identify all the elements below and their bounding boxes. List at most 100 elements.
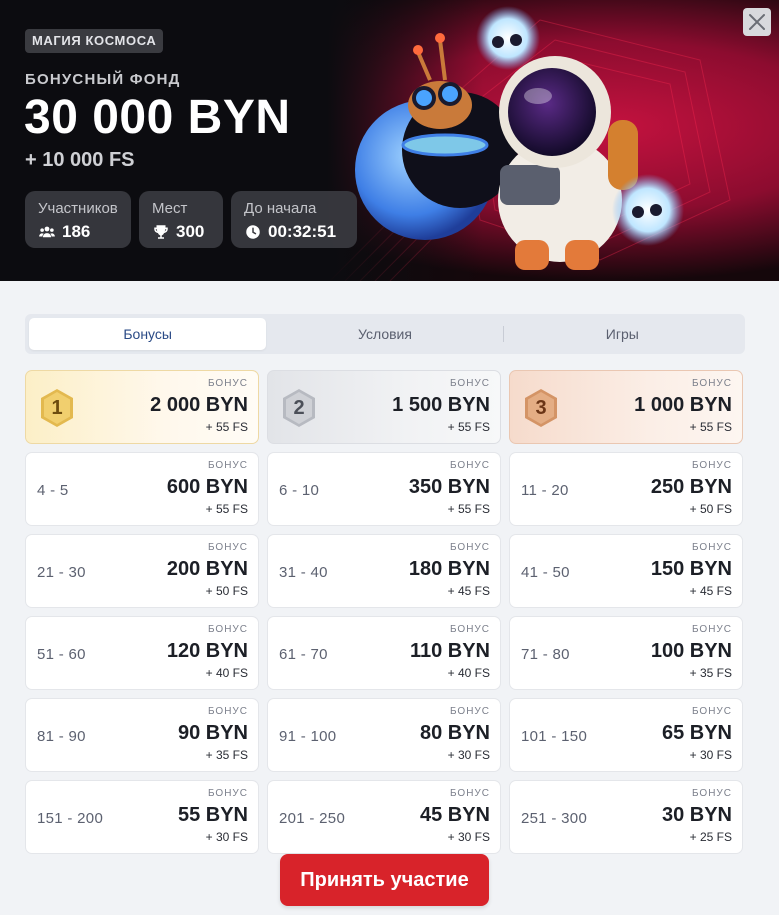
prize-card-place-3: 3 БОНУС 1 000 BYN + 55 FS <box>509 370 743 444</box>
prize-free-spins: + 40 FS <box>205 666 248 680</box>
tournament-hero: МАГИЯ КОСМОСА БОНУСНЫЙ ФОНД 30 000 BYN +… <box>0 0 779 281</box>
participants-label: Участников <box>38 200 118 217</box>
prize-amount: 100 BYN <box>650 640 732 662</box>
prize-free-spins: + 35 FS <box>689 666 732 680</box>
prize-amount: 1 000 BYN <box>634 394 732 416</box>
prize-card-place-2: 2 БОНУС 1 500 BYN + 55 FS <box>267 370 501 444</box>
gold-medal-icon: 1 <box>39 388 75 428</box>
prize-card: 201 - 250 БОНУС 45 BYN + 30 FS <box>267 780 501 854</box>
prize-free-spins: + 55 FS <box>205 420 248 434</box>
bonus-fund-amount: 30 000 BYN <box>24 91 291 144</box>
prize-free-spins: + 50 FS <box>205 584 248 598</box>
prize-free-spins: + 45 FS <box>689 584 732 598</box>
prize-bonus-label: БОНУС <box>449 378 490 389</box>
prize-free-spins: + 30 FS <box>447 748 490 762</box>
tournament-tag: МАГИЯ КОСМОСА <box>25 29 164 53</box>
prize-place-range: 101 - 150 <box>521 727 588 745</box>
prize-free-spins: + 55 FS <box>205 502 248 516</box>
prize-free-spins: + 45 FS <box>447 584 490 598</box>
prize-bonus-label: БОНУС <box>691 378 732 389</box>
silver-medal-icon: 2 <box>281 388 317 428</box>
prize-free-spins: + 30 FS <box>205 830 248 844</box>
prize-place-range: 11 - 20 <box>521 481 569 499</box>
prize-place-range: 4 - 5 <box>37 481 69 499</box>
prize-place-number: 2 <box>293 396 305 419</box>
prize-bonus-label: БОНУС <box>207 706 248 717</box>
prize-place-range: 91 - 100 <box>279 727 337 745</box>
prize-bonus-label: БОНУС <box>691 460 732 471</box>
prize-card: 6 - 10 БОНУС 350 BYN + 55 FS <box>267 452 501 526</box>
prize-free-spins: + 55 FS <box>689 420 732 434</box>
prize-free-spins: + 55 FS <box>447 420 490 434</box>
prize-grid: 1 БОНУС 2 000 BYN + 55 FS 2 БОНУС 1 500 … <box>25 370 745 854</box>
prize-card: 21 - 30 БОНУС 200 BYN + 50 FS <box>25 534 259 608</box>
prize-place-range: 61 - 70 <box>279 645 328 663</box>
join-tournament-button[interactable]: Принять участие <box>280 854 489 906</box>
participants-count: 186 <box>62 222 91 241</box>
prize-card: 41 - 50 БОНУС 150 BYN + 45 FS <box>509 534 743 608</box>
prize-free-spins: + 35 FS <box>205 748 248 762</box>
tab-games[interactable]: Игры <box>504 318 741 350</box>
prize-place-range: 71 - 80 <box>521 645 570 663</box>
prize-card: 251 - 300 БОНУС 30 BYN + 25 FS <box>509 780 743 854</box>
trophy-icon <box>154 225 168 239</box>
prize-card-place-1: 1 БОНУС 2 000 BYN + 55 FS <box>25 370 259 444</box>
prize-bonus-label: БОНУС <box>449 706 490 717</box>
tab-bonuses[interactable]: Бонусы <box>29 318 267 350</box>
prize-free-spins: + 50 FS <box>689 502 732 516</box>
prize-place-range: 81 - 90 <box>37 727 86 745</box>
prize-amount: 45 BYN <box>419 804 490 826</box>
prize-amount: 2 000 BYN <box>150 394 248 416</box>
prize-bonus-label: БОНУС <box>691 788 732 799</box>
tournament-tabs: Бонусы Условия Игры <box>25 314 745 354</box>
prize-place-number: 3 <box>535 396 547 419</box>
prize-place-range: 51 - 60 <box>37 645 86 663</box>
places-stat: Мест 300 <box>139 191 223 248</box>
tab-conditions[interactable]: Условия <box>266 318 503 350</box>
users-icon <box>39 226 55 238</box>
prize-place-range: 151 - 200 <box>37 809 104 827</box>
prize-card: 151 - 200 БОНУС 55 BYN + 30 FS <box>25 780 259 854</box>
prize-free-spins: + 25 FS <box>689 830 732 844</box>
prize-amount: 200 BYN <box>166 558 248 580</box>
prize-card: 91 - 100 БОНУС 80 BYN + 30 FS <box>267 698 501 772</box>
prize-place-range: 201 - 250 <box>279 809 346 827</box>
bonus-fund-free-spins: + 10 000 FS <box>25 149 135 171</box>
prize-bonus-label: БОНУС <box>691 542 732 553</box>
prize-bonus-label: БОНУС <box>207 460 248 471</box>
countdown-timer: 00:32:51 <box>268 222 337 241</box>
prize-amount: 180 BYN <box>408 558 490 580</box>
prize-place-number: 1 <box>51 396 63 419</box>
prize-bonus-label: БОНУС <box>691 706 732 717</box>
prize-bonus-label: БОНУС <box>691 624 732 635</box>
participants-stat: Участников 186 <box>25 191 131 248</box>
prize-bonus-label: БОНУС <box>207 542 248 553</box>
countdown-label: До начала <box>244 200 317 217</box>
close-button[interactable] <box>743 8 771 36</box>
prize-place-range: 21 - 30 <box>37 563 86 581</box>
prize-bonus-label: БОНУС <box>449 788 490 799</box>
places-label: Мест <box>152 200 188 217</box>
prize-card: 4 - 5 БОНУС 600 BYN + 55 FS <box>25 452 259 526</box>
prize-free-spins: + 40 FS <box>447 666 490 680</box>
prize-amount: 90 BYN <box>177 722 248 744</box>
prize-bonus-label: БОНУС <box>207 378 248 389</box>
prize-bonus-label: БОНУС <box>449 542 490 553</box>
prize-card: 61 - 70 БОНУС 110 BYN + 40 FS <box>267 616 501 690</box>
prize-card: 31 - 40 БОНУС 180 BYN + 45 FS <box>267 534 501 608</box>
prize-card: 71 - 80 БОНУС 100 BYN + 35 FS <box>509 616 743 690</box>
prize-card: 51 - 60 БОНУС 120 BYN + 40 FS <box>25 616 259 690</box>
prize-bonus-label: БОНУС <box>449 460 490 471</box>
prize-bonus-label: БОНУС <box>207 788 248 799</box>
prize-place-range: 251 - 300 <box>521 809 588 827</box>
prize-amount: 80 BYN <box>419 722 490 744</box>
close-icon <box>749 14 765 30</box>
prize-bonus-label: БОНУС <box>449 624 490 635</box>
prize-place-range: 6 - 10 <box>279 481 320 499</box>
prize-place-range: 31 - 40 <box>279 563 328 581</box>
prize-free-spins: + 55 FS <box>447 502 490 516</box>
prize-free-spins: + 30 FS <box>689 748 732 762</box>
prize-amount: 110 BYN <box>409 640 490 662</box>
prize-card: 81 - 90 БОНУС 90 BYN + 35 FS <box>25 698 259 772</box>
tab-divider <box>503 326 504 342</box>
